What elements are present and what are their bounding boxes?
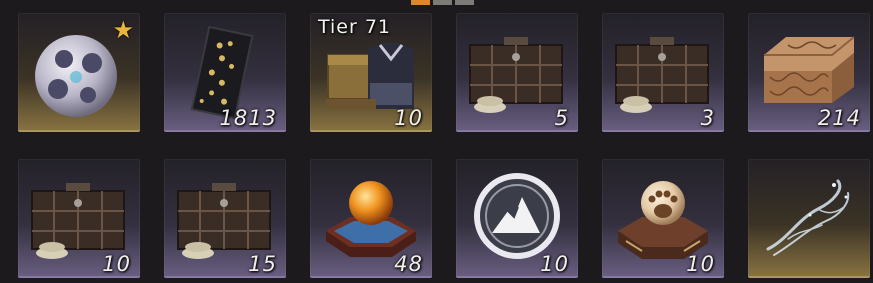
inventory-slot-spirit-wisp[interactable] [748, 159, 870, 278]
item-quantity: 5 [554, 106, 569, 130]
favorite-star-icon[interactable]: ★ [112, 19, 134, 43]
spirit-wisp-icon [766, 179, 850, 256]
inventory-slot-supply-crate[interactable]: 10 [18, 159, 140, 278]
item-quantity: 10 [394, 106, 423, 130]
inventory-slot-armor-chest[interactable]: Tier 71 10 [310, 13, 432, 132]
inventory-slot-supply-crate[interactable]: 5 [456, 13, 578, 132]
item-quantity: 48 [394, 252, 423, 276]
page-dot-3[interactable] [455, 0, 474, 5]
inventory-slot-mountain-token[interactable]: 10 [456, 159, 578, 278]
inventory-grid: ★ 1813 Tier 71 10 5 3 214 10 15 48 10 10 [18, 13, 870, 278]
inventory-slot-supply-crate[interactable]: 3 [602, 13, 724, 132]
item-quantity: 15 [248, 252, 277, 276]
page-indicator [411, 0, 474, 5]
tier-label: Tier 71 [318, 16, 392, 38]
inventory-slot-fire-orb-pedestal[interactable]: 48 [310, 159, 432, 278]
page-dot-1[interactable] [411, 0, 430, 5]
item-quantity: 3 [700, 106, 715, 130]
item-quantity: 10 [540, 252, 569, 276]
inventory-slot-paw-orb-pedestal[interactable]: 10 [602, 159, 724, 278]
inventory-slot-fragment-scroll[interactable]: 1813 [164, 13, 286, 132]
inventory-slot-moon-orb[interactable]: ★ [18, 13, 140, 132]
item-quantity: 214 [817, 106, 861, 130]
item-quantity: 10 [102, 252, 131, 276]
page-dot-2[interactable] [433, 0, 452, 5]
item-quantity: 10 [686, 252, 715, 276]
item-quantity: 1813 [219, 106, 277, 130]
inventory-slot-supply-crate[interactable]: 15 [164, 159, 286, 278]
inventory-slot-ornate-chest[interactable]: 214 [748, 13, 870, 132]
